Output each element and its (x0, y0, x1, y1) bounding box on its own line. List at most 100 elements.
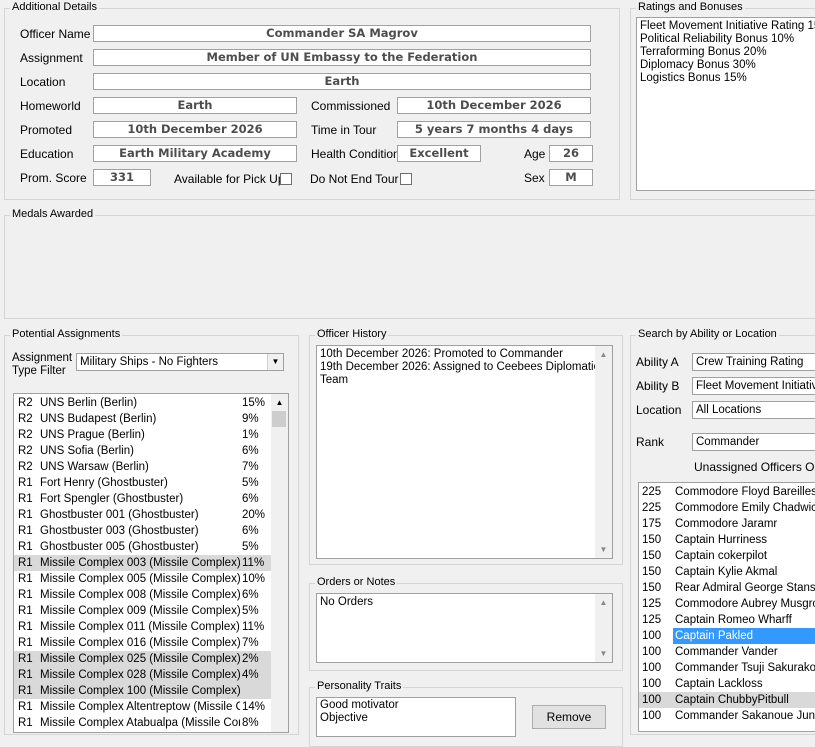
no-end-tour-checkbox[interactable] (400, 173, 412, 185)
officer-result-row[interactable]: 100 Commander Tsuji Sakurako (639, 660, 815, 676)
officer-score: 100 (642, 710, 662, 722)
no-end-tour-label: Do Not End Tour (310, 172, 399, 186)
rank-select[interactable]: Commander (692, 433, 815, 451)
scroll-down-icon[interactable]: ▼ (595, 541, 612, 558)
assignment-row[interactable]: R2 UNS Warsaw (Berlin) 7% (14, 459, 271, 475)
assignment-rank: R2 (18, 445, 33, 457)
sex-field[interactable]: M (549, 169, 593, 186)
scroll-up-icon[interactable]: ▲ (595, 594, 612, 611)
commissioned-field[interactable]: 10th December 2026 (397, 97, 591, 114)
potential-assignments-scrollbar[interactable]: ▲ (271, 394, 288, 732)
assignment-rank: R1 (18, 621, 33, 633)
ability-a-select[interactable]: Crew Training Rating (692, 353, 815, 371)
assignment-rank: R1 (18, 557, 33, 569)
history-scrollbar[interactable]: ▲ ▼ (595, 346, 612, 558)
location-field[interactable]: Earth (93, 73, 591, 90)
assignment-rank: R1 (18, 685, 33, 697)
scroll-down-icon[interactable]: ▼ (595, 645, 612, 662)
officer-search-results[interactable]: 225 Commodore Floyd Bareilles 225 Commodore… (638, 482, 815, 732)
rank-value: Commander (696, 436, 760, 448)
chevron-down-icon[interactable]: ▼ (267, 354, 283, 370)
assignment-percent: 8% (242, 717, 259, 729)
age-field[interactable]: 26 (549, 145, 593, 162)
assignment-row[interactable]: R1 Fort Spengler (Ghostbuster) 6% (14, 491, 271, 507)
pickup-checkbox[interactable] (280, 173, 292, 185)
officer-result-row[interactable]: 125 Commodore Aubrey Musgrove (639, 596, 815, 612)
assignment-row[interactable]: R2 UNS Berlin (Berlin) 15% (14, 395, 271, 411)
scroll-up-icon[interactable]: ▲ (595, 346, 612, 363)
assignment-row[interactable]: R1 Missile Complex 025 (Missile Complex) 2… (14, 651, 271, 667)
trait-item: Objective (320, 712, 368, 724)
ratings-list[interactable]: Fleet Movement Initiative Rating 150 Pol… (636, 17, 815, 191)
prom-score-field[interactable]: 331 (93, 169, 151, 186)
assignment-row[interactable]: R1 Missile Complex 011 (Missile Complex) 1… (14, 619, 271, 635)
assignment-row[interactable]: R1 Missile Complex 016 (Missile Complex) 7… (14, 635, 271, 651)
assignment-percent: 11% (242, 557, 265, 569)
assignment-row[interactable]: R1 Ghostbuster 003 (Ghostbuster) 6% (14, 523, 271, 539)
assignment-row[interactable]: R2 UNS Sofia (Berlin) 6% (14, 443, 271, 459)
orders-scrollbar[interactable]: ▲ ▼ (595, 594, 612, 662)
assignment-name: Missile Complex 100 (Missile Complex) (40, 685, 240, 697)
traits-list[interactable]: Good motivator Objective (316, 697, 516, 737)
officer-result-row[interactable]: 225 Commodore Emily Chadwick (639, 500, 815, 516)
officer-history-text[interactable]: 10th December 2026: Promoted to Commande… (316, 345, 613, 559)
filter-label-line1: Assignment (12, 352, 73, 364)
assignment-row[interactable]: R1 Missile Complex Atabualpa (Missile Com… (14, 715, 271, 731)
assignment-row[interactable]: R1 Missile Complex 003 (Missile Complex) 1… (14, 555, 271, 571)
officer-result-row[interactable]: 100 Captain Lackloss (639, 676, 815, 692)
assignment-rank: R2 (18, 461, 33, 473)
officer-score: 225 (642, 486, 662, 498)
officer-result-row[interactable]: 150 Rear Admiral George Stansbe (639, 580, 815, 596)
assignment-name: UNS Warsaw (Berlin) (40, 461, 149, 473)
officer-score: 150 (642, 566, 662, 578)
assignment-row[interactable]: R2 UNS Prague (Berlin) 1% (14, 427, 271, 443)
filter-label-line2: Type Filter (12, 365, 66, 377)
officer-result-row[interactable]: 100 Commander Sakanoue Junko (639, 708, 815, 724)
remove-trait-button[interactable]: Remove (532, 705, 606, 729)
time-in-tour-field[interactable]: 5 years 7 months 4 days (397, 121, 591, 138)
officer-result-row[interactable]: 225 Commodore Floyd Bareilles (639, 484, 815, 500)
officer-result-row[interactable]: 100 Captain ChubbyPitbull (639, 692, 815, 708)
assignment-row[interactable]: R1 Missile Complex Altentreptow (Missile … (14, 699, 271, 715)
officer-result-row[interactable]: 150 Captain cokerpilot (639, 548, 815, 564)
ability-b-select[interactable]: Fleet Movement Initiative (692, 377, 815, 395)
assignment-type-filter[interactable]: Military Ships - No Fighters ▼ (76, 353, 284, 371)
assignment-row[interactable]: R1 Ghostbuster 005 (Ghostbuster) 5% (14, 539, 271, 555)
health-field[interactable]: Excellent (397, 145, 481, 162)
officer-name-field[interactable]: Commander SA Magrov (93, 25, 591, 42)
officer-history-title: Officer History (315, 328, 389, 340)
officer-result-row[interactable]: 100 Commander Vander (639, 644, 815, 660)
scroll-thumb[interactable] (272, 411, 286, 427)
assignment-row[interactable]: R1 Ghostbuster 001 (Ghostbuster) 20% (14, 507, 271, 523)
officer-score: 150 (642, 534, 662, 546)
unassigned-only-label[interactable]: Unassigned Officers Only (694, 460, 815, 474)
assignment-percent: 7% (242, 637, 259, 649)
assignment-name: UNS Sofia (Berlin) (40, 445, 134, 457)
officer-result-row[interactable]: 100 Captain Pakled (639, 628, 815, 644)
officer-result-row[interactable]: 150 Captain Kylie Akmal (639, 564, 815, 580)
assignment-row[interactable]: R2 UNS Budapest (Berlin) 9% (14, 411, 271, 427)
assignment-row[interactable]: R1 Missile Complex 009 (Missile Complex) 5… (14, 603, 271, 619)
officer-result-row[interactable]: 125 Captain Romeo Wharff (639, 612, 815, 628)
orders-text[interactable]: No Orders ▲ ▼ (316, 593, 613, 663)
assignment-field[interactable]: Member of UN Embassy to the Federation (93, 49, 591, 66)
rating-item: Political Reliability Bonus 10% (640, 33, 795, 45)
potential-assignments-title: Potential Assignments (10, 328, 123, 340)
promoted-field[interactable]: 10th December 2026 (93, 121, 297, 138)
assignment-row[interactable]: R1 Missile Complex 028 (Missile Complex) 4… (14, 667, 271, 683)
homeworld-field[interactable]: Earth (93, 97, 297, 114)
sex-label: Sex (524, 171, 545, 185)
assignment-row[interactable]: R1 Missile Complex 008 (Missile Complex) 6… (14, 587, 271, 603)
assignment-name: Missile Complex 005 (Missile Complex) (40, 573, 240, 585)
assignment-row[interactable]: R1 Missile Complex 005 (Missile Complex) 1… (14, 571, 271, 587)
assignment-row[interactable]: R1 Missile Complex 100 (Missile Complex) (14, 683, 271, 699)
search-location-select[interactable]: All Locations (692, 401, 815, 419)
education-field[interactable]: Earth Military Academy (93, 145, 297, 162)
potential-assignments-list[interactable]: R2 UNS Berlin (Berlin) 15% R2 UNS Budapest (… (13, 393, 289, 733)
scroll-up-icon[interactable]: ▲ (271, 394, 288, 411)
officer-result-row[interactable]: 175 Commodore Jaramr (639, 516, 815, 532)
officer-result-row[interactable]: 150 Captain Hurriness (639, 532, 815, 548)
assignment-row[interactable]: R1 Fort Henry (Ghostbuster) 5% (14, 475, 271, 491)
officer-score: 175 (642, 518, 662, 530)
officer-result-name: Captain Hurriness (675, 534, 768, 546)
